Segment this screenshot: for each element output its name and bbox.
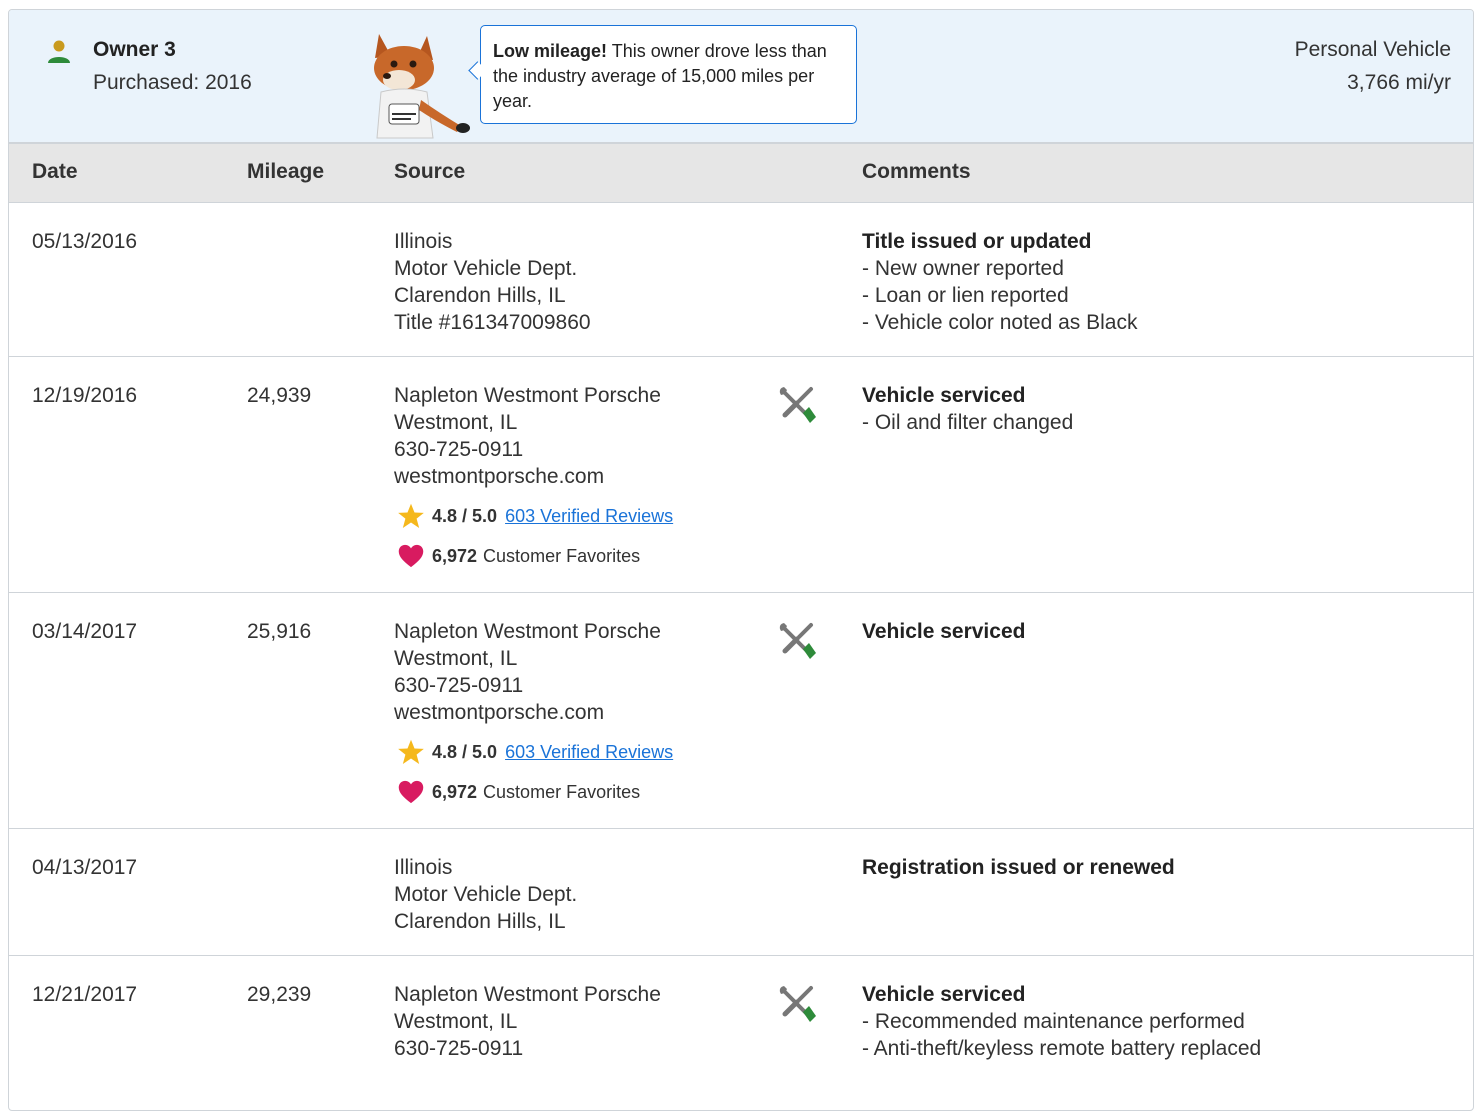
wrench-screwdriver-icon xyxy=(779,986,816,1022)
row-comments: Vehicle serviced - Oil and filter change… xyxy=(862,382,1073,436)
comment-line: - Oil and filter changed xyxy=(862,411,1074,434)
favorites-label: Customer Favorites xyxy=(483,546,641,566)
comment-title: Registration issued or renewed xyxy=(862,856,1175,879)
source-line: Motor Vehicle Dept. xyxy=(394,883,578,906)
source-line: 630-725-0911 xyxy=(394,674,524,697)
row-source: Napleton Westmont Porsche Westmont, IL 6… xyxy=(394,382,673,570)
source-line: Westmont, IL xyxy=(394,647,518,670)
vehicle-history-panel: Owner 3 Purchased: 2016 Low mileage! Thi… xyxy=(8,9,1474,1111)
source-line: westmontporsche.com xyxy=(394,465,605,488)
row-comments: Vehicle serviced xyxy=(862,618,1025,645)
column-header-comments: Comments xyxy=(862,160,971,183)
column-header-source: Source xyxy=(394,160,466,183)
rating-value: 4.8 / 5.0 xyxy=(432,742,498,762)
row-source: Illinois Motor Vehicle Dept. Clarendon H… xyxy=(394,854,577,935)
row-mileage: 29,239 xyxy=(247,983,312,1006)
comment-line: - Vehicle color noted as Black xyxy=(862,311,1138,334)
heart-icon xyxy=(398,780,424,804)
row-date: 03/14/2017 xyxy=(32,620,138,643)
customer-favorites: 6,972 Customer Favorites xyxy=(394,778,673,806)
row-date: 04/13/2017 xyxy=(32,856,138,879)
carfox-mascot xyxy=(374,34,470,139)
source-line: Motor Vehicle Dept. xyxy=(394,257,578,280)
low-mileage-callout: Low mileage! This owner drove less than … xyxy=(480,25,857,124)
star-icon xyxy=(398,739,424,765)
callout-emphasis: Low mileage! xyxy=(493,41,608,61)
table-row: 12/21/2017 29,239 Napleton Westmont Pors… xyxy=(9,956,1473,1110)
row-date: 05/13/2016 xyxy=(32,230,138,253)
source-line: westmontporsche.com xyxy=(394,701,605,724)
column-header-date: Date xyxy=(32,160,78,183)
comment-line: - Loan or lien reported xyxy=(862,284,1069,307)
table-row: 04/13/2017 Illinois Motor Vehicle Dept. … xyxy=(9,829,1473,956)
comment-line: - Recommended maintenance performed xyxy=(862,1010,1245,1033)
star-icon xyxy=(398,503,424,529)
source-line: Westmont, IL xyxy=(394,411,518,434)
verified-reviews-link[interactable]: 603 Verified Reviews xyxy=(505,740,673,764)
owner-name: Owner 3 xyxy=(93,38,176,61)
row-comments: Title issued or updated - New owner repo… xyxy=(862,228,1137,336)
rating-value: 4.8 / 5.0 xyxy=(432,506,498,526)
row-mileage: 24,939 xyxy=(247,384,312,407)
comment-line: - New owner reported xyxy=(862,257,1064,280)
source-line: Napleton Westmont Porsche xyxy=(394,384,661,407)
heart-icon xyxy=(398,544,424,568)
table-row: 05/13/2016 Illinois Motor Vehicle Dept. … xyxy=(9,203,1473,357)
vehicle-type: Personal Vehicle xyxy=(1294,38,1451,61)
source-line: 630-725-0911 xyxy=(394,1037,524,1060)
row-mileage: 25,916 xyxy=(247,620,312,643)
dealer-rating: 4.8 / 5.0 603 Verified Reviews xyxy=(394,738,673,766)
row-date: 12/21/2017 xyxy=(32,983,138,1006)
favorites-count: 6,972 xyxy=(432,546,478,566)
comment-title: Vehicle serviced xyxy=(862,983,1026,1006)
person-icon xyxy=(48,40,70,63)
row-source: Napleton Westmont Porsche Westmont, IL 6… xyxy=(394,981,661,1062)
row-date: 12/19/2016 xyxy=(32,384,138,407)
verified-reviews-link[interactable]: 603 Verified Reviews xyxy=(505,504,673,528)
owner-purchased-year: Purchased: 2016 xyxy=(93,71,252,94)
source-line: 630-725-0911 xyxy=(394,438,524,461)
table-row: 03/14/2017 25,916 Napleton Westmont Pors… xyxy=(9,593,1473,829)
favorites-count: 6,972 xyxy=(432,782,478,802)
table-row: 12/19/2016 24,939 Napleton Westmont Pors… xyxy=(9,357,1473,593)
comment-title: Vehicle serviced xyxy=(862,384,1026,407)
source-line: Title #161347009860 xyxy=(394,311,591,334)
source-line: Clarendon Hills, IL xyxy=(394,910,566,933)
row-source: Illinois Motor Vehicle Dept. Clarendon H… xyxy=(394,228,591,336)
customer-favorites: 6,972 Customer Favorites xyxy=(394,542,673,570)
wrench-screwdriver-icon xyxy=(779,387,816,423)
row-comments: Registration issued or renewed xyxy=(862,854,1175,881)
dealer-rating: 4.8 / 5.0 603 Verified Reviews xyxy=(394,502,673,530)
source-line: Clarendon Hills, IL xyxy=(394,284,566,307)
source-line: Illinois xyxy=(394,856,453,879)
comment-title: Title issued or updated xyxy=(862,230,1092,253)
source-line: Illinois xyxy=(394,230,453,253)
row-source: Napleton Westmont Porsche Westmont, IL 6… xyxy=(394,618,673,806)
miles-per-year: 3,766 mi/yr xyxy=(1347,71,1451,94)
comment-title: Vehicle serviced xyxy=(862,620,1026,643)
favorites-label: Customer Favorites xyxy=(483,782,641,802)
source-line: Westmont, IL xyxy=(394,1010,518,1033)
wrench-screwdriver-icon xyxy=(779,623,816,659)
source-line: Napleton Westmont Porsche xyxy=(394,983,661,1006)
source-line: Napleton Westmont Porsche xyxy=(394,620,661,643)
comment-line: - Anti-theft/keyless remote battery repl… xyxy=(862,1037,1262,1060)
history-table-header: Date Mileage Source Comments xyxy=(9,144,1473,203)
owner-header: Owner 3 Purchased: 2016 Low mileage! Thi… xyxy=(9,10,1473,144)
column-header-mileage: Mileage xyxy=(247,160,325,183)
row-comments: Vehicle serviced - Recommended maintenan… xyxy=(862,981,1261,1062)
